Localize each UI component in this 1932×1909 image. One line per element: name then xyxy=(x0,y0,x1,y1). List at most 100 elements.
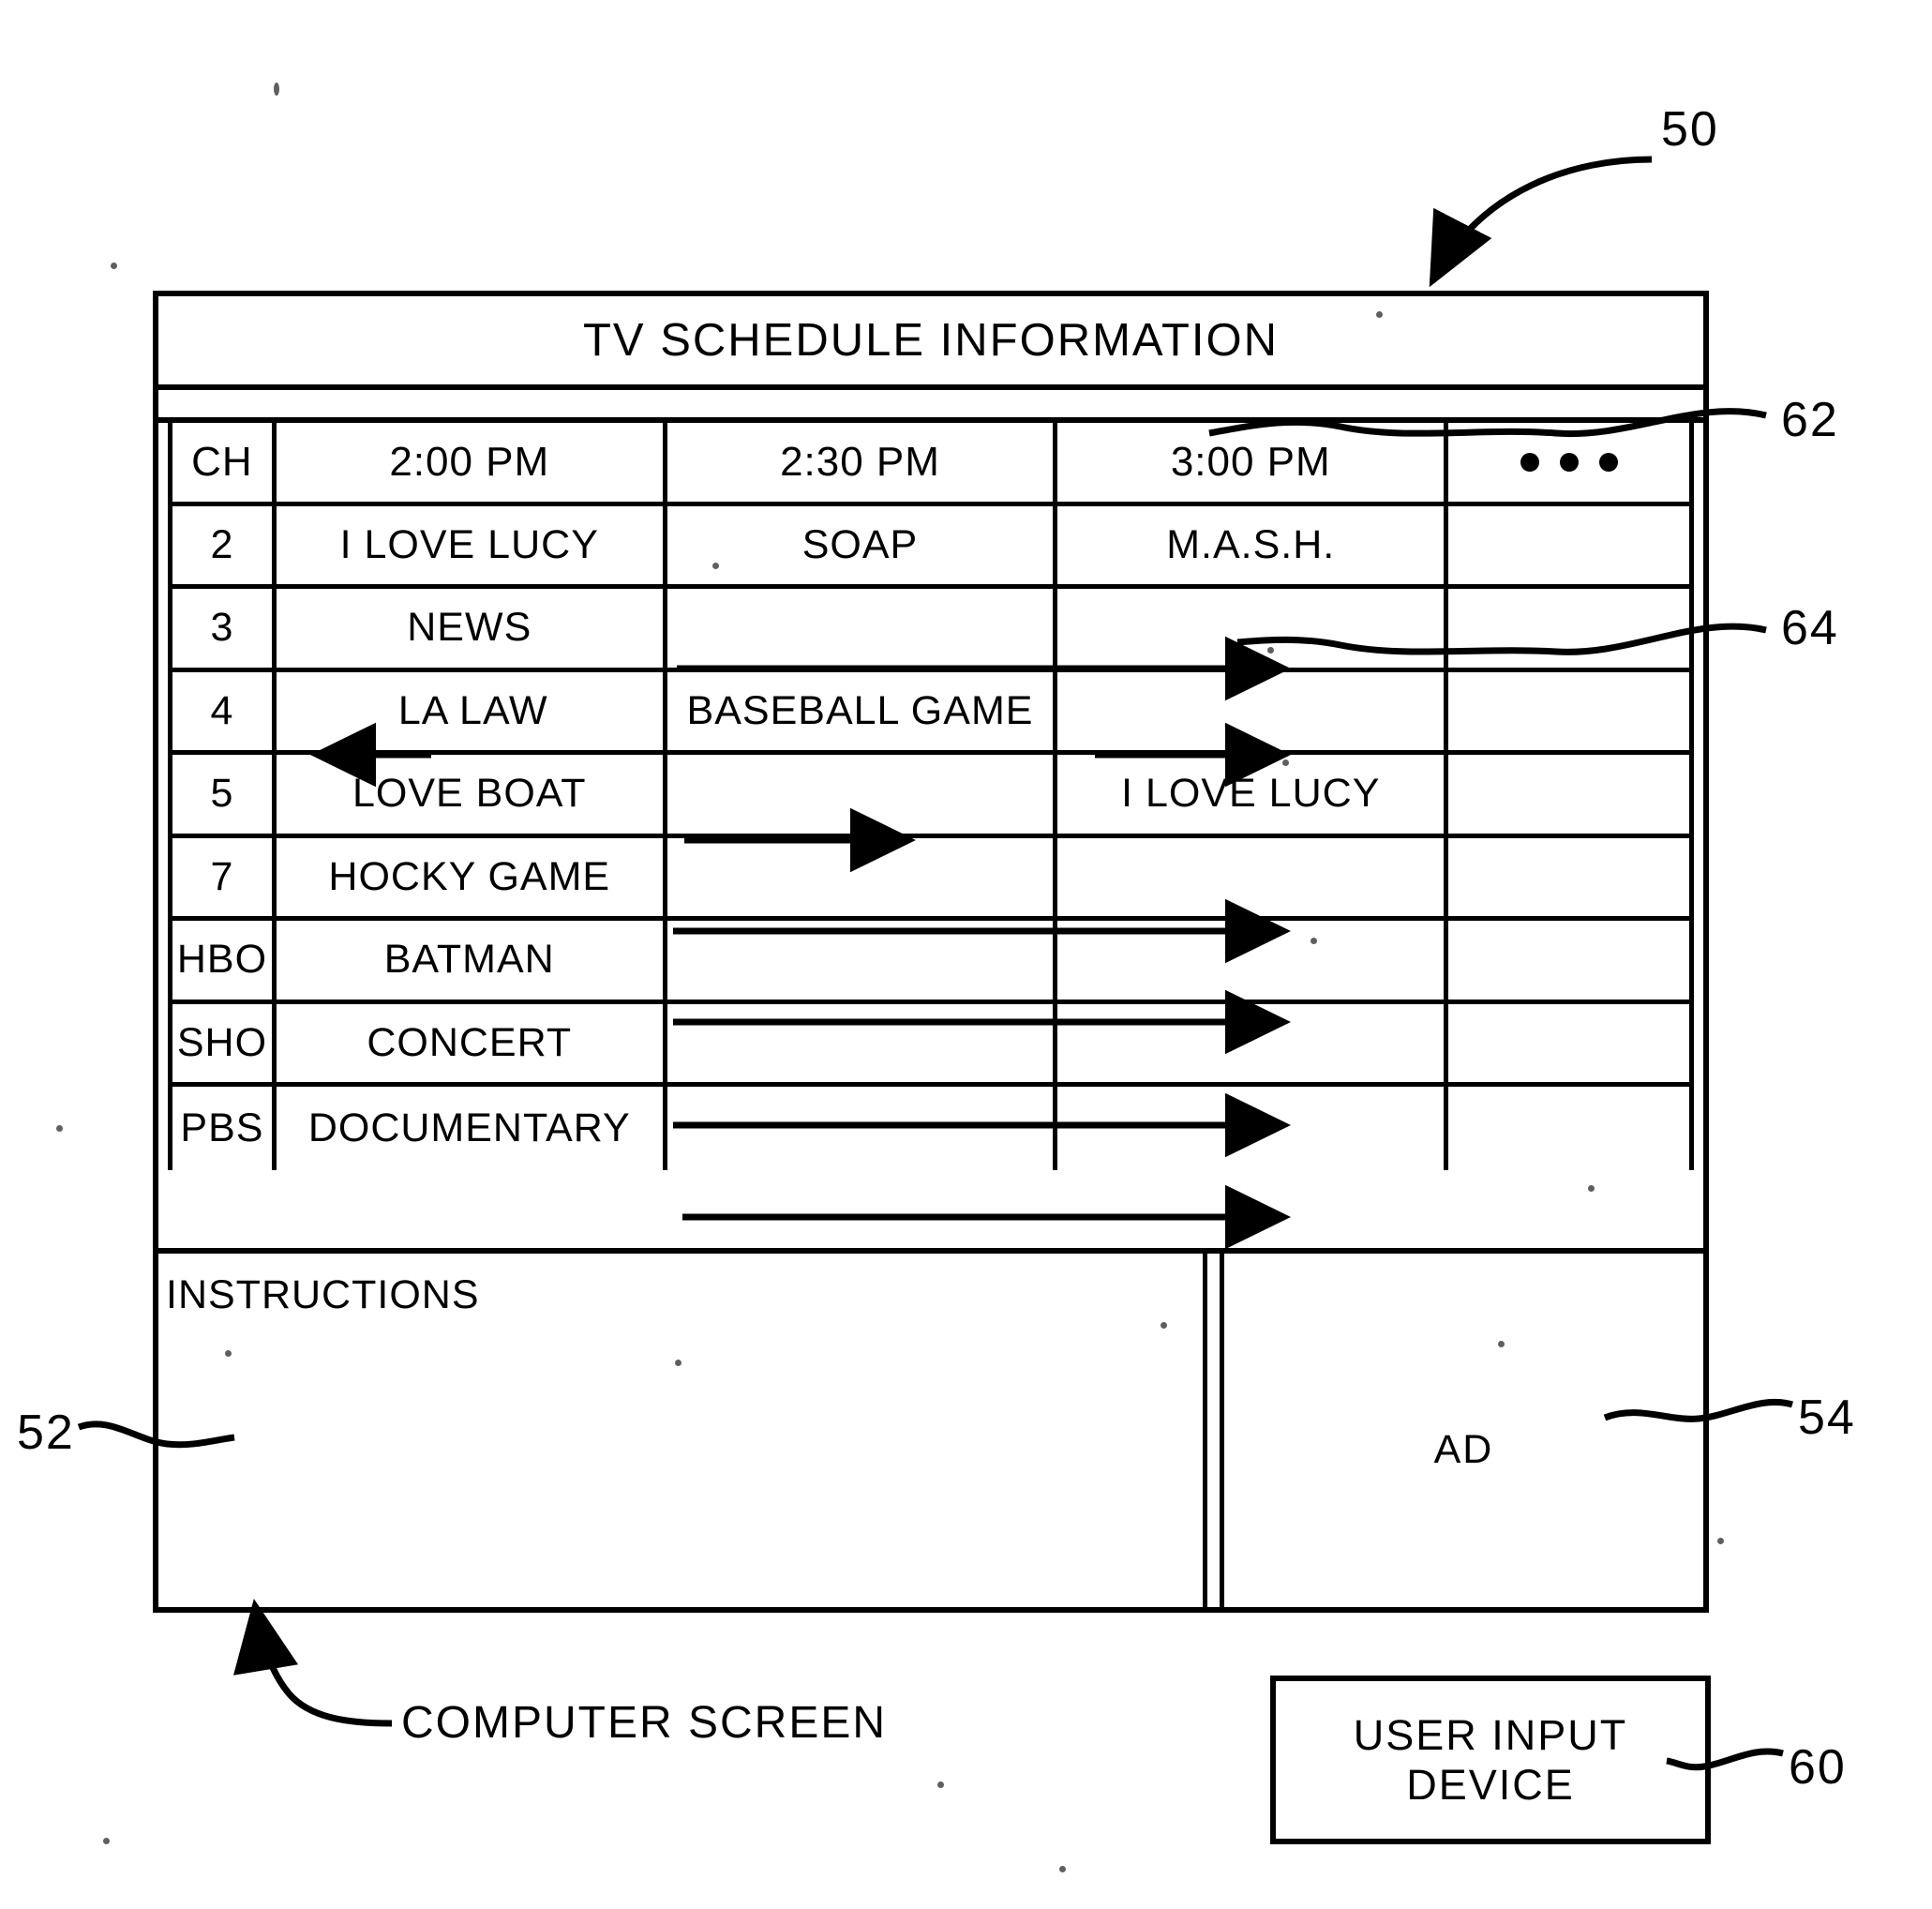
program-title: LOVE BOAT xyxy=(346,771,592,818)
column-header-time-3: 3:00 PM xyxy=(1057,423,1449,502)
program-cell[interactable] xyxy=(667,1087,1058,1170)
row-channel-label: 2 xyxy=(168,505,277,584)
screen-lower-area: INSTRUCTIONS AD xyxy=(158,1254,1703,1613)
row-channel-label: 4 xyxy=(168,671,277,750)
column-header-more[interactable] xyxy=(1448,423,1694,502)
program-title: M.A.S.H. xyxy=(1161,521,1341,568)
row-channel-label: 7 xyxy=(168,837,277,916)
scan-speck xyxy=(937,1781,944,1788)
program-title: CONCERT xyxy=(361,1019,578,1066)
scan-speck xyxy=(274,83,279,96)
program-cell[interactable]: CONCERT xyxy=(277,1003,667,1082)
program-cell-overflow[interactable] xyxy=(1448,921,1694,1000)
program-cell-overflow[interactable] xyxy=(1448,755,1694,834)
program-title: SOAP xyxy=(796,521,924,568)
program-title: NEWS xyxy=(401,605,538,652)
leader-line-50 xyxy=(1429,156,1653,288)
scan-speck xyxy=(56,1125,63,1132)
program-cell[interactable] xyxy=(667,1003,1058,1082)
reference-numeral-62: 62 xyxy=(1781,393,1839,447)
program-title: BASEBALL GAME xyxy=(681,687,1040,734)
tv-schedule-grid: CH 2:00 PM 2:30 PM 3:00 PM 2 I LOVE LUCY xyxy=(158,423,1703,1254)
reference-numeral-52: 52 xyxy=(17,1405,75,1460)
scan-speck xyxy=(1376,311,1383,318)
program-cell[interactable]: LA LAW xyxy=(277,671,667,750)
program-cell[interactable]: BATMAN xyxy=(277,921,667,1000)
table-row[interactable]: SHO CONCERT xyxy=(168,1003,1694,1087)
reference-numeral-64: 64 xyxy=(1781,601,1839,655)
program-cell[interactable] xyxy=(1057,1003,1449,1082)
leader-line-computer-screen xyxy=(232,1599,393,1727)
program-cell[interactable] xyxy=(1057,921,1449,1000)
program-title: LA LAW xyxy=(384,687,554,734)
ad-label: AD xyxy=(1433,1427,1494,1472)
caption-computer-screen: COMPUTER SCREEN xyxy=(401,1698,888,1748)
program-cell[interactable]: HOCKY GAME xyxy=(277,837,667,916)
title-spacer-band xyxy=(158,390,1703,423)
program-cell[interactable] xyxy=(667,921,1058,1000)
program-cell-overflow[interactable] xyxy=(1448,837,1694,916)
scan-speck xyxy=(1161,1322,1167,1329)
program-cell-i-love-lucy[interactable]: I LOVE LUCY xyxy=(1057,755,1449,834)
table-row[interactable]: 2 I LOVE LUCY SOAP M.A.S.H. xyxy=(168,505,1694,589)
table-row[interactable]: 7 HOCKY GAME xyxy=(168,837,1694,921)
program-cell[interactable] xyxy=(1057,589,1449,668)
reference-numeral-60: 60 xyxy=(1789,1740,1847,1795)
program-cell[interactable] xyxy=(667,837,1058,916)
program-cell[interactable]: I LOVE LUCY xyxy=(277,505,667,584)
scan-speck xyxy=(712,563,719,569)
program-cell[interactable]: LOVE BOAT xyxy=(277,755,667,834)
row-channel-label: 3 xyxy=(168,589,277,668)
program-cell-overflow[interactable] xyxy=(1448,671,1694,750)
program-cell[interactable] xyxy=(1057,1087,1449,1170)
scan-speck xyxy=(225,1350,232,1357)
row-channel-label: 5 xyxy=(168,755,277,834)
table-row[interactable]: PBS DOCUMENTARY xyxy=(168,1087,1694,1170)
user-input-device-line-2: DEVICE xyxy=(1406,1761,1575,1809)
program-cell[interactable]: SOAP xyxy=(667,505,1058,584)
reference-numeral-54: 54 xyxy=(1798,1390,1856,1445)
scan-speck xyxy=(1717,1538,1724,1544)
program-cell[interactable] xyxy=(1057,837,1449,916)
scan-speck xyxy=(1059,1866,1066,1872)
program-title: BATMAN xyxy=(378,937,561,984)
instructions-panel[interactable]: INSTRUCTIONS xyxy=(158,1254,1207,1613)
program-cell[interactable] xyxy=(1057,671,1449,750)
program-title: HOCKY GAME xyxy=(322,853,617,900)
program-cell[interactable]: BASEBALL GAME xyxy=(667,671,1058,750)
program-cell-overflow[interactable] xyxy=(1448,1003,1694,1082)
more-dots-icon xyxy=(1520,452,1618,472)
program-cell-overflow[interactable] xyxy=(1448,1087,1694,1170)
column-header-time-1: 2:00 PM xyxy=(277,423,667,502)
table-row[interactable]: HBO BATMAN xyxy=(168,921,1694,1004)
table-row[interactable]: 4 LA LAW BASEBALL GAME xyxy=(168,671,1694,755)
user-input-device-line-1: USER INPUT xyxy=(1353,1710,1628,1759)
program-cell[interactable]: DOCUMENTARY xyxy=(277,1087,667,1170)
row-channel-label: SHO xyxy=(168,1003,277,1082)
reference-numeral-50: 50 xyxy=(1661,102,1719,157)
program-title: DOCUMENTARY xyxy=(302,1105,637,1151)
ad-panel[interactable]: AD xyxy=(1220,1254,1703,1613)
scan-speck xyxy=(1267,647,1274,654)
program-cell-overflow[interactable] xyxy=(1448,505,1694,584)
program-cell-mash[interactable]: M.A.S.H. xyxy=(1057,505,1449,584)
program-cell-overflow[interactable] xyxy=(1448,589,1694,668)
user-input-device-box: USER INPUT DEVICE xyxy=(1270,1676,1711,1844)
table-row[interactable]: 5 LOVE BOAT I LOVE LUCY xyxy=(168,755,1694,838)
scan-speck xyxy=(675,1360,681,1366)
scan-speck xyxy=(111,263,117,269)
program-cell[interactable]: NEWS xyxy=(277,589,667,668)
row-channel-label: HBO xyxy=(168,921,277,1000)
computer-screen: TV SCHEDULE INFORMATION CH 2:00 PM 2:30 … xyxy=(153,291,1709,1613)
row-channel-label: PBS xyxy=(168,1087,277,1170)
program-title: I LOVE LUCY xyxy=(334,521,605,568)
column-header-channel: CH xyxy=(168,423,277,502)
program-cell[interactable] xyxy=(667,755,1058,834)
table-row[interactable]: 3 NEWS xyxy=(168,589,1694,672)
scan-speck xyxy=(1588,1185,1595,1192)
scan-speck xyxy=(1498,1341,1505,1347)
program-cell[interactable] xyxy=(667,589,1058,668)
column-header-time-2: 2:30 PM xyxy=(667,423,1058,502)
screen-title-bar: TV SCHEDULE INFORMATION xyxy=(158,296,1703,390)
page-title: TV SCHEDULE INFORMATION xyxy=(582,315,1280,366)
